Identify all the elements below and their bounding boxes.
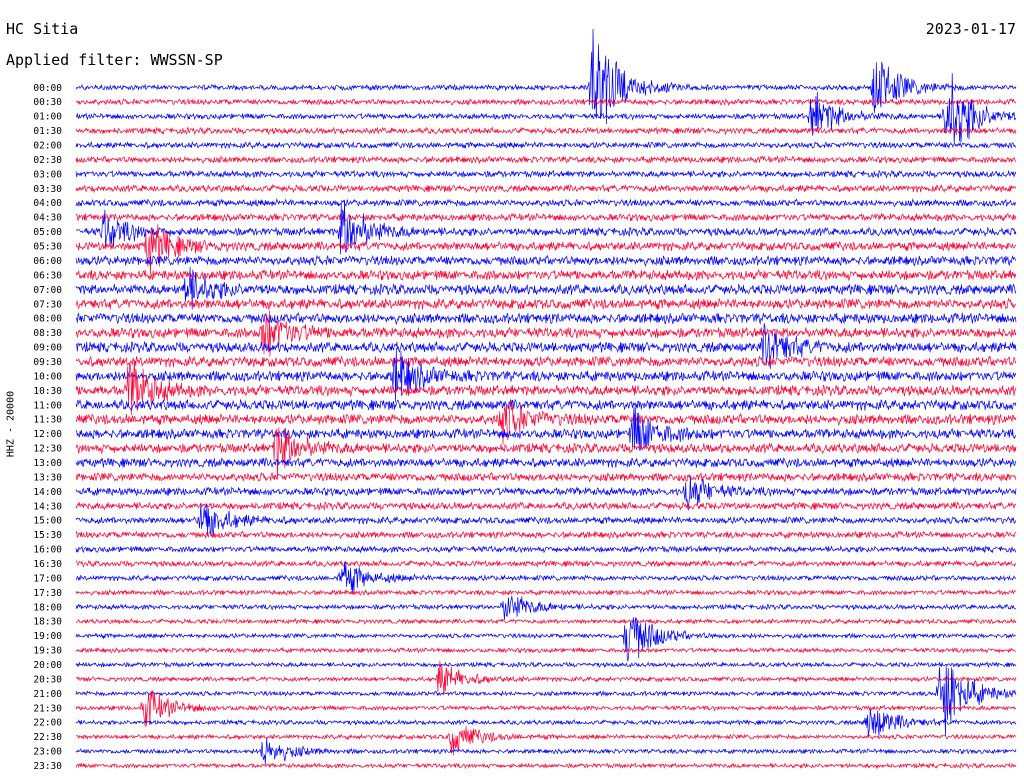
time-label-1400: 14:00: [33, 487, 62, 498]
trace-row-1730: [75, 588, 1017, 597]
time-label-2230: 22:30: [33, 732, 62, 743]
time-label-1900: 19:00: [33, 631, 62, 642]
time-label-0400: 04:00: [33, 198, 62, 209]
time-label-0630: 06:30: [33, 270, 62, 281]
trace-row-2200: [75, 708, 1017, 737]
time-label-1630: 16:30: [33, 559, 62, 570]
trace-row-1630: [75, 559, 1017, 568]
trace-row-0800: [75, 311, 1017, 326]
time-label-0130: 01:30: [33, 126, 62, 137]
trace-row-0200: [75, 140, 1017, 150]
time-label-0530: 05:30: [33, 242, 62, 253]
trace-row-2100: [75, 664, 1017, 737]
trace-row-0230: [75, 155, 1017, 165]
trace-row-1330: [75, 471, 1017, 483]
time-label-0000: 00:00: [33, 83, 62, 94]
trace-row-0400: [75, 198, 1017, 208]
time-label-1230: 12:30: [33, 444, 62, 455]
trace-row-1430: [75, 501, 1017, 512]
trace-row-1900: [75, 617, 1017, 662]
time-label-1700: 17:00: [33, 573, 62, 584]
time-label-0730: 07:30: [33, 299, 62, 310]
time-label-1600: 16:00: [33, 545, 62, 556]
trace-row-1100: [75, 398, 1017, 412]
time-label-2300: 23:00: [33, 747, 62, 758]
time-label-1200: 12:00: [33, 429, 62, 440]
time-label-0300: 03:00: [33, 169, 62, 180]
time-label-1000: 10:00: [33, 371, 62, 382]
trace-row-0930: [75, 355, 1017, 368]
trace-row-0730: [75, 297, 1017, 310]
trace-row-1530: [75, 530, 1017, 540]
time-label-2100: 21:00: [33, 689, 62, 700]
helicorder-plot: 00:00 00:30 01:00 01:30 02:00 02:30 03:00 03:30…: [33, 28, 1017, 772]
trace-row-1300: [75, 457, 1017, 469]
time-label-1130: 11:30: [33, 415, 62, 426]
time-label-0930: 09:30: [33, 357, 62, 368]
trace-row-2000: [75, 661, 1017, 669]
time-label-0500: 05:00: [33, 227, 62, 238]
trace-row-1000: [75, 347, 1017, 403]
trace-row-0330: [75, 183, 1017, 194]
time-label-0100: 01:00: [33, 112, 62, 123]
time-label-2030: 20:30: [33, 674, 62, 685]
time-label-0030: 00:30: [33, 97, 62, 108]
trace-row-0600: [75, 254, 1016, 267]
trace-row-1830: [75, 617, 1017, 626]
time-label-0430: 04:30: [33, 213, 62, 224]
time-label-0900: 09:00: [33, 343, 62, 354]
time-label-1730: 17:30: [33, 588, 62, 599]
time-label-1300: 13:00: [33, 458, 62, 469]
time-label-2200: 22:00: [33, 718, 62, 729]
trace-group: [75, 28, 1017, 770]
trace-row-0630: [75, 268, 1017, 282]
trace-row-1930: [75, 646, 1017, 654]
trace-row-0030: [75, 97, 1017, 107]
time-label-1800: 18:00: [33, 602, 62, 613]
trace-row-1600: [75, 544, 1017, 554]
time-label-1330: 13:30: [33, 472, 62, 483]
trace-row-0430: [75, 212, 1017, 223]
time-label-0700: 07:00: [33, 285, 62, 296]
trace-row-0000: [75, 28, 1017, 125]
trace-row-0300: [75, 169, 1017, 179]
trace-row-2300: [75, 738, 1017, 764]
time-label-2330: 23:30: [33, 761, 62, 772]
time-label-0330: 03:30: [33, 184, 62, 195]
time-label-0230: 02:30: [33, 155, 62, 166]
time-label-group: 00:00 00:30 01:00 01:30 02:00 02:30 03:00 03:30…: [33, 83, 62, 772]
time-label-0830: 08:30: [33, 328, 62, 339]
trace-row-0130: [75, 126, 1017, 136]
time-label-2000: 20:00: [33, 660, 62, 671]
time-label-1500: 15:00: [33, 516, 62, 527]
time-label-0600: 06:00: [33, 256, 62, 267]
time-label-0800: 08:00: [33, 314, 62, 325]
time-label-1100: 11:00: [33, 400, 62, 411]
time-label-1030: 10:30: [33, 386, 62, 397]
trace-row-1800: [75, 596, 1017, 620]
time-label-1830: 18:30: [33, 617, 62, 628]
time-label-1530: 15:30: [33, 530, 62, 541]
time-label-0200: 02:00: [33, 141, 62, 152]
time-label-2130: 21:30: [33, 703, 62, 714]
time-label-1430: 14:30: [33, 501, 62, 512]
trace-row-2330: [75, 762, 1017, 770]
time-label-1930: 19:30: [33, 646, 62, 657]
